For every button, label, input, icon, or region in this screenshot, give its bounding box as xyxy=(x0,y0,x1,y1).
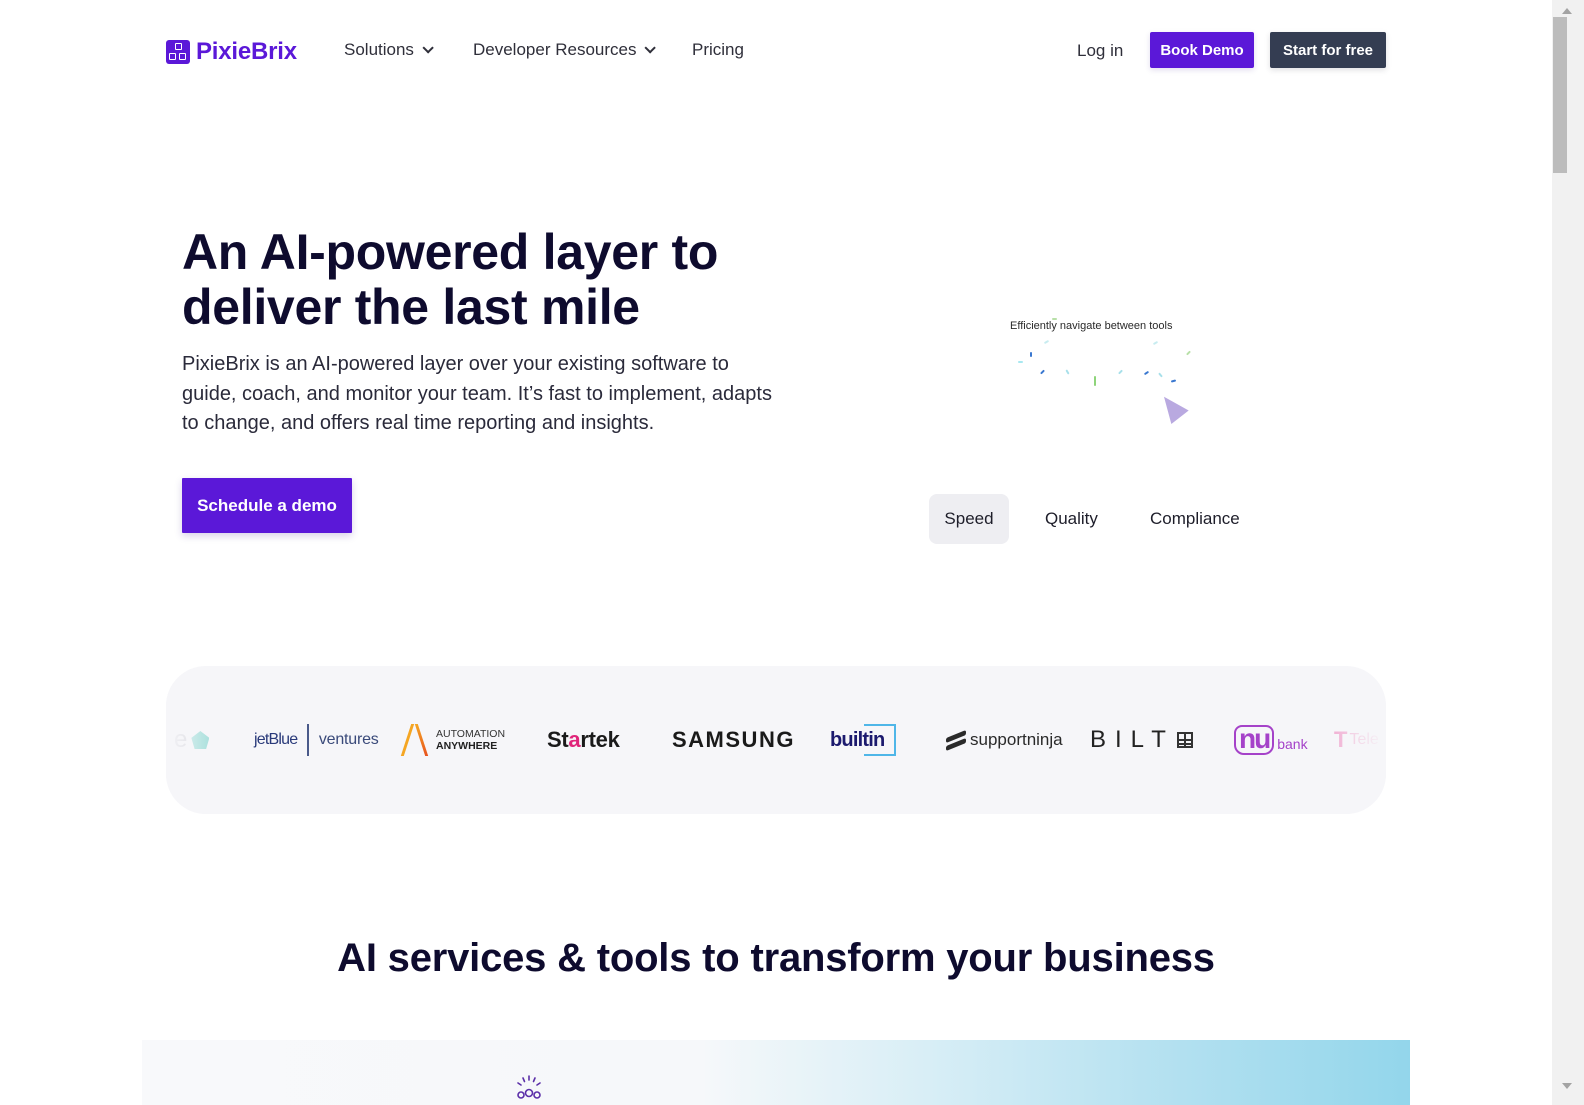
animation-caption: Efficiently navigate between tools xyxy=(1010,320,1173,332)
confetti-particle xyxy=(1018,361,1023,363)
customer-logo-carousel: e jetBlue ventures AUTOMATION ANYWHERE S… xyxy=(166,666,1386,814)
schedule-demo-button[interactable]: Schedule a demo xyxy=(182,478,352,533)
book-demo-button[interactable]: Book Demo xyxy=(1150,32,1254,68)
tab-compliance[interactable]: Compliance xyxy=(1134,494,1256,544)
bilt-grid-icon xyxy=(1176,732,1193,748)
automation-text: AUTOMATION xyxy=(436,728,506,740)
hero-subtitle: PixieBrix is an AI-powered layer over yo… xyxy=(182,353,772,434)
nav-pricing[interactable]: Pricing xyxy=(692,40,744,60)
confetti-particle xyxy=(1158,372,1163,378)
tab-quality[interactable]: Quality xyxy=(1029,494,1114,544)
nav-pricing-label: Pricing xyxy=(692,40,744,59)
team-idea-icon xyxy=(517,1075,541,1099)
supportninja-icon xyxy=(946,730,966,750)
logo-jetblue-ventures: jetBlue ventures xyxy=(254,666,379,814)
carousel-fade-right xyxy=(1326,666,1386,814)
startek-text-2: a xyxy=(568,727,581,752)
services-panel xyxy=(142,1040,1410,1105)
automation-anywhere-a-icon xyxy=(404,722,436,758)
confetti-particle xyxy=(1052,318,1057,320)
anywhere-text: ANYWHERE xyxy=(436,740,498,752)
jetblue-text: jetBlue xyxy=(254,731,298,748)
tab-speed[interactable]: Speed xyxy=(929,494,1009,544)
chevron-down-icon xyxy=(644,42,657,54)
brand-name: PixieBrix xyxy=(196,38,297,65)
ventures-text: ventures xyxy=(318,731,379,748)
logo-automation-anywhere: AUTOMATION ANYWHERE xyxy=(404,666,505,814)
page-scrollbar[interactable] xyxy=(1552,0,1584,1105)
logo-supportninja: supportninja xyxy=(946,666,1063,814)
nav-solutions-label: Solutions xyxy=(344,40,414,59)
confetti-particle xyxy=(1030,352,1032,357)
logo-bilt: BILT xyxy=(1090,666,1193,814)
logo-nubank: nu bank xyxy=(1234,666,1308,814)
scroll-up-arrow-icon[interactable] xyxy=(1562,8,1572,14)
logo-builtin: builtin xyxy=(830,666,897,814)
start-for-free-button[interactable]: Start for free xyxy=(1270,32,1386,68)
chevron-down-icon xyxy=(422,42,434,54)
scroll-down-arrow-icon[interactable] xyxy=(1562,1083,1572,1089)
confetti-particle xyxy=(1065,369,1070,375)
pixiebrix-logo[interactable]: PixieBrix xyxy=(166,38,297,66)
login-link[interactable]: Log in xyxy=(1077,41,1123,61)
services-heading: AI services & tools to transform your bu… xyxy=(337,936,1215,980)
hero-title: An AI-powered layer to deliver the last … xyxy=(182,224,719,335)
confetti-particle xyxy=(1040,369,1045,375)
supportninja-text: supportninja xyxy=(970,730,1063,749)
logo-startek: St a rtek xyxy=(547,666,620,814)
confetti-particle xyxy=(1043,339,1050,345)
confetti-particle xyxy=(1118,369,1123,375)
nubank-nu-mark: nu xyxy=(1234,725,1275,755)
nav-solutions[interactable]: Solutions xyxy=(344,40,434,60)
confetti-particle xyxy=(1170,379,1177,383)
nav-developer-resources[interactable]: Developer Resources xyxy=(473,40,657,60)
confetti-particle xyxy=(1143,370,1150,376)
confetti-particle xyxy=(1186,350,1191,356)
nav-developer-resources-label: Developer Resources xyxy=(473,40,637,59)
feature-animation: Efficiently navigate between tools xyxy=(990,300,1210,440)
cursor-pointer-icon xyxy=(1155,389,1189,425)
confetti-particle xyxy=(1094,376,1096,386)
carousel-fade-left xyxy=(166,666,226,814)
startek-text-3: rtek xyxy=(580,727,620,752)
logo-samsung: SAMSUNG xyxy=(672,727,795,752)
builtin-bracket-icon xyxy=(864,724,897,756)
logo-divider xyxy=(307,724,309,756)
automation-anywhere-wordmark: AUTOMATION ANYWHERE xyxy=(436,728,505,752)
nubank-bank-text: bank xyxy=(1277,736,1308,752)
startek-text-1: St xyxy=(547,727,569,752)
confetti-particle xyxy=(1152,340,1159,346)
scrollbar-thumb[interactable] xyxy=(1553,17,1567,173)
pixiebrix-logo-icon xyxy=(166,40,190,64)
top-navigation: PixieBrix Solutions Developer Resources … xyxy=(0,0,1552,100)
bilt-text: BILT xyxy=(1090,726,1175,753)
